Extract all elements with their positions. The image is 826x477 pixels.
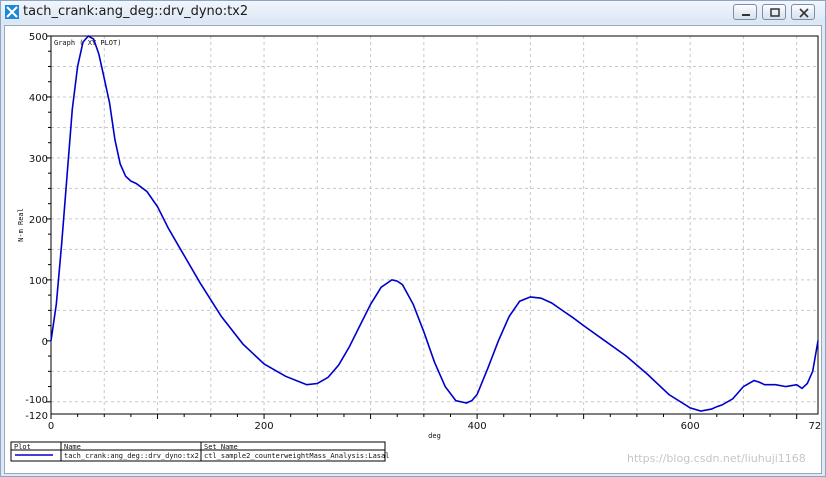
y-axis-label: N-m Real: [17, 208, 25, 242]
legend-header-set-name: Set Name: [204, 443, 238, 451]
axis-labels: 0 200 400 600 720 500 400 300 200 100 0 -100 -120: [25, 32, 821, 432]
axis-ticks: [46, 35, 798, 419]
close-icon: [799, 8, 809, 18]
legend-table: Plot Name Set Name tach_crank:ang_deg::d…: [10, 441, 389, 462]
x-tick-label: 0: [48, 421, 54, 432]
x-tick-label: 600: [681, 421, 700, 432]
y-tick-label: -120: [25, 411, 48, 422]
legend-row-set-name: ctl_sample2_counterweightMass_Analysis:L…: [204, 452, 389, 460]
x-tick-label: 200: [255, 421, 274, 432]
xy-plot: 0 200 400 600 720 500 400 300 200 100 0 -100 -120 Gr…: [10, 32, 821, 462]
legend-header-plot: Plot: [14, 443, 31, 451]
maximize-button[interactable]: [762, 4, 786, 20]
minimize-icon: [742, 14, 750, 16]
x-tick-label: 400: [468, 421, 487, 432]
legend-row-name: tach_crank:ang_deg::drv_dyno:tx2: [64, 452, 199, 460]
plot-area: 0 200 400 600 720 500 400 300 200 100 0 -100 -120 Gr…: [4, 25, 822, 474]
x-axis-label: deg: [428, 432, 441, 440]
legend-header-name: Name: [64, 443, 81, 451]
y-tick-label: 200: [29, 215, 48, 226]
app-icon: [5, 5, 19, 19]
close-button[interactable]: [791, 4, 815, 20]
y-tick-label: -100: [25, 395, 48, 406]
maximize-icon: [770, 8, 780, 17]
series-line: [50, 34, 819, 412]
watermark: https://blog.csdn.net/liuhuji1168: [627, 452, 806, 465]
y-tick-label: 500: [29, 32, 48, 43]
y-tick-label: 0: [42, 337, 48, 348]
y-tick-label: 300: [29, 154, 48, 165]
window-title: tach_crank:ang_deg::drv_dyno:tx2: [23, 4, 249, 19]
title-bar[interactable]: tach_crank:ang_deg::drv_dyno:tx2: [1, 1, 825, 23]
y-tick-label: 100: [29, 276, 48, 287]
chart-title: Graph ( XY PLOT): [54, 39, 121, 47]
minimize-button[interactable]: [733, 4, 757, 20]
plot-window: tach_crank:ang_deg::drv_dyno:tx2 0 200 400…: [0, 0, 826, 477]
x-tick-label: 720: [808, 421, 821, 432]
y-tick-label: 400: [29, 93, 48, 104]
